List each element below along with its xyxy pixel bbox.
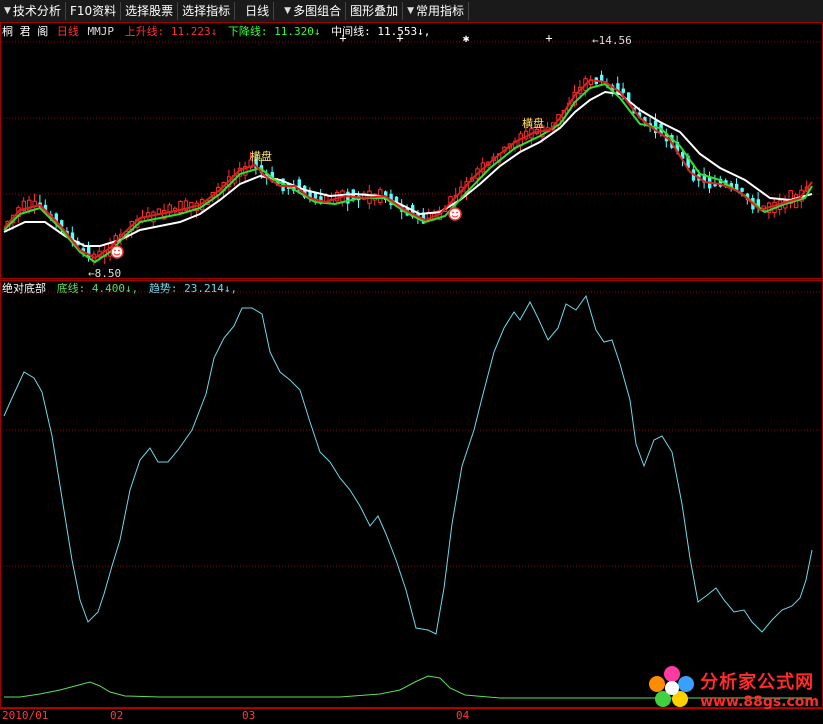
flower-logo-icon [649,666,695,707]
up-line [3,78,813,260]
cross-marker-icon-1: + [396,31,403,45]
watermark-name: 分析家公式网 [700,672,815,693]
smiley-buy-icon-1 [110,245,124,259]
smiley-buy-icon-2-eye [456,211,458,214]
trend-line [3,294,813,635]
star-marker-icon: ✱ [463,32,470,45]
time-label-mar: 03 [242,709,256,722]
smiley-buy-icon-1-eye [114,249,116,252]
chart-markers: + + +✱ ←14.56←8.50横盘横盘 [88,31,632,280]
watermark: 分析家公式网 www.88gs.com [649,666,819,710]
watermark-url: www.88gs.com [700,694,819,710]
grid-lines [0,22,823,708]
mid-line [3,90,813,247]
chart-canvas[interactable]: + + +✱ ←14.56←8.50横盘横盘 [0,0,823,708]
time-label-feb: 02 [110,709,124,722]
signal-label-1: 横盘 [250,149,272,163]
candle-body [156,208,162,215]
time-axis: 2010/01 02 03 04 [0,708,823,724]
main-panel-border [0,22,823,279]
candle-body [621,88,625,93]
time-label-apr: 04 [456,709,470,722]
cross-marker-icon-0: + [339,31,346,45]
time-label-jan: 2010/01 [2,709,49,722]
smiley-buy-icon-2-eye [452,211,454,214]
smiley-buy-icon-1-eye [118,249,120,252]
low-price-label: ←8.50 [88,267,121,280]
candle-body [740,188,744,192]
cross-marker-icon-2: + [545,31,552,45]
sub-panel-border [0,280,823,708]
high-price-label: ←14.56 [592,34,632,47]
signal-label-2: 横盘 [522,116,544,130]
smiley-buy-icon-2 [448,207,462,221]
